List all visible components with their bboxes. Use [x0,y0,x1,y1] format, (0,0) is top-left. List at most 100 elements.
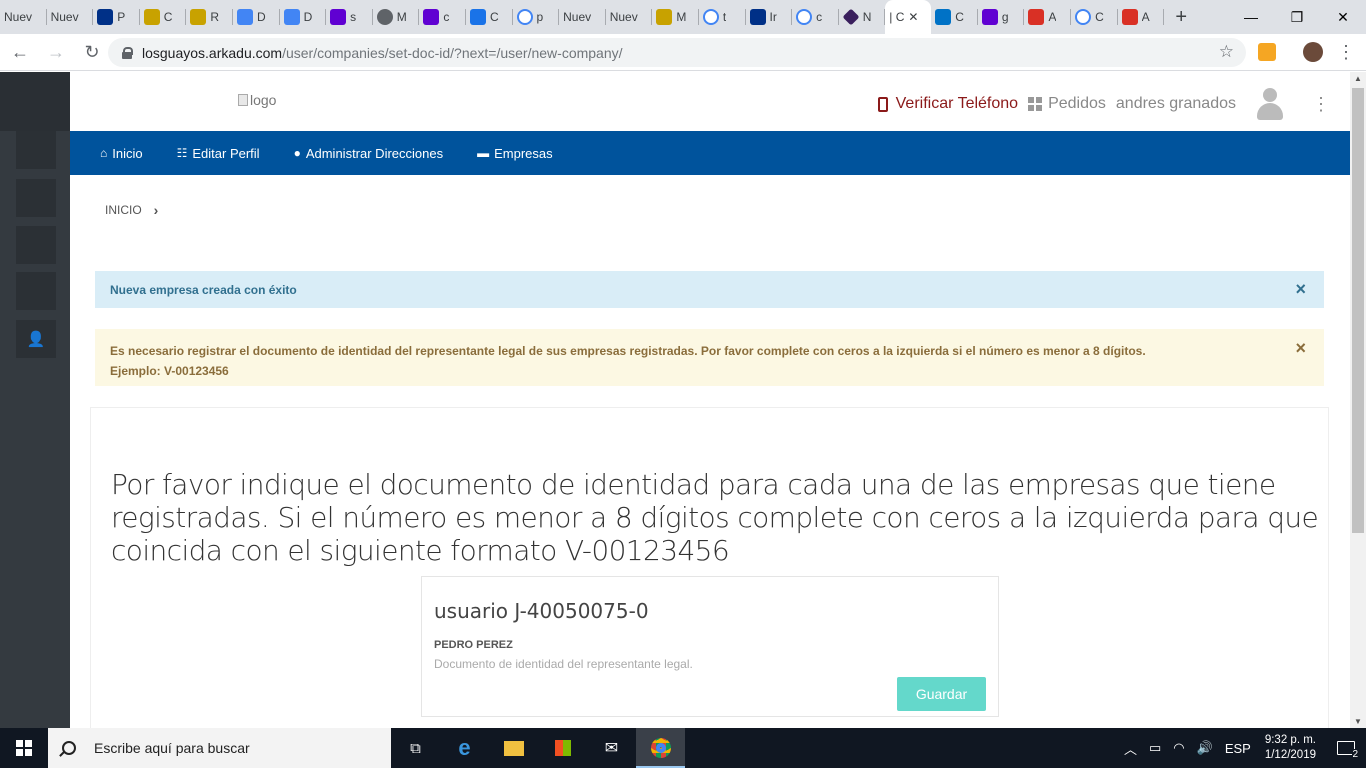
flag-favicon-icon [143,9,160,25]
breadcrumb-home[interactable]: INICIO [105,203,142,217]
close-tab-icon[interactable]: ✕ [908,10,918,24]
taskbar-search[interactable]: Escribe aquí para buscar [48,728,391,768]
browser-tab[interactable]: t [699,0,746,34]
browser-tab[interactable]: g [978,0,1025,34]
reload-button[interactable]: ↻ [76,36,108,68]
browser-tab[interactable]: Nuev [606,0,653,34]
nav-item-editar-perfil[interactable]: ☷ Editar Perfil [177,146,260,161]
sidebar-item-3[interactable] [16,226,56,264]
nav-item-inicio[interactable]: ⌂ Inicio [100,146,143,161]
browser-tab[interactable]: s [326,0,373,34]
orders-link[interactable]: Pedidos [1028,95,1106,113]
minimize-button[interactable]: — [1228,0,1274,34]
warning-alert-example: Ejemplo: V-00123456 [110,364,229,378]
close-warning-alert-button[interactable]: × [1295,338,1306,358]
volume-icon[interactable]: 🔊 [1197,740,1213,756]
yahoo-favicon-icon [423,9,440,25]
nav-item-direcciones[interactable]: ● Administrar Direcciones [294,146,444,161]
back-button[interactable]: ← [4,36,36,68]
address-bar[interactable]: losguayos.arkadu.com/user/companies/set-… [108,38,1246,67]
username[interactable]: andres granados [1116,95,1236,113]
wifi-icon[interactable]: ◠ [1173,740,1184,756]
scroll-up-arrow-icon[interactable]: ▲ [1354,74,1362,83]
battery-icon[interactable]: ▭ [1149,740,1161,756]
chrome-menu-icon[interactable]: ⋮ [1334,40,1358,64]
store-icon[interactable] [538,728,587,768]
map-marker-icon: ● [293,146,301,160]
browser-tab-active[interactable]: | C ✕ [885,0,932,34]
page-scrollbar[interactable]: ▲ ▼ [1350,72,1366,728]
tab-title: P [117,10,126,24]
sidebar-user-icon[interactable]: 👤 [16,320,56,358]
browser-tab[interactable]: C [140,0,187,34]
edge-icon[interactable]: e [440,728,489,768]
verify-phone-label: Verificar Teléfono [895,95,1019,112]
close-window-button[interactable]: ✕ [1320,0,1366,34]
tab-title: Nuev [609,10,638,24]
extension-icon[interactable] [1258,43,1276,61]
tab-title: c [443,10,450,24]
save-button[interactable]: Guardar [897,677,986,711]
more-options-icon[interactable]: ⋮ [1312,94,1330,115]
main-panel: Por favor indique el documento de identi… [90,407,1329,737]
site-logo[interactable]: logo [238,92,276,108]
chevron-up-icon[interactable]: ︿ [1124,739,1137,758]
browser-tab[interactable]: P [93,0,140,34]
gear-favicon-icon [469,9,486,25]
browser-tab[interactable]: M [373,0,420,34]
file-explorer-icon[interactable] [489,728,538,768]
sidebar-item-4[interactable] [16,272,56,310]
gmail-favicon-icon [1121,9,1138,25]
nav-item-label: Inicio [112,145,143,161]
tab-title: N [862,10,872,24]
browser-tab[interactable]: Nuev [559,0,606,34]
bookmark-star-icon[interactable]: ☆ [1219,42,1234,62]
instructions-heading: Por favor indique el documento de identi… [111,468,1319,567]
id-document-input[interactable] [434,657,874,671]
mail-icon[interactable]: ✉ [587,728,636,768]
briefcase-icon: ▬ [477,146,490,160]
browser-tab[interactable]: c [792,0,839,34]
browser-tab[interactable]: Nuev [47,0,94,34]
browser-tab[interactable]: D [233,0,280,34]
browser-tab[interactable]: R [186,0,233,34]
browser-tab[interactable]: A [1118,0,1165,34]
browser-tab[interactable]: C [466,0,513,34]
warning-alert-text: Es necesario registrar el documento de i… [110,344,1146,358]
sidebar-item-2[interactable] [16,179,56,217]
browser-tab[interactable]: D [280,0,327,34]
browser-tab[interactable]: c [419,0,466,34]
tab-title: s [350,10,357,24]
paypal-favicon-icon [97,9,114,25]
forward-button[interactable]: → [40,36,72,68]
browser-tab[interactable]: C [931,0,978,34]
browser-tab[interactable]: Nuev [0,0,47,34]
tab-title: C [163,10,173,24]
orders-label: Pedidos [1048,95,1106,112]
nav-item-empresas[interactable]: ▬ Empresas [477,146,553,161]
profile-avatar-icon[interactable] [1303,42,1323,62]
verify-phone-link[interactable]: Verificar Teléfono [877,95,1019,113]
sidebar-header [0,72,70,131]
browser-tab[interactable]: M [652,0,699,34]
clock[interactable]: 9:32 p. m. 1/12/2019 [1265,733,1316,763]
browser-tab[interactable]: N [839,0,886,34]
windows-logo-icon [16,740,32,756]
browser-tab[interactable]: p [513,0,560,34]
chrome-taskbar-icon[interactable] [636,728,685,768]
browser-tab[interactable]: Ir [746,0,793,34]
browser-tab[interactable]: A [1024,0,1071,34]
new-tab-button[interactable]: + [1164,0,1198,34]
window-controls: — ❐ ✕ [1228,0,1366,34]
scrollbar-thumb[interactable] [1352,88,1364,533]
sidebar-item-1[interactable] [16,131,56,169]
language-indicator[interactable]: ESP [1225,741,1251,756]
scroll-down-arrow-icon[interactable]: ▼ [1354,717,1362,726]
notification-center-icon[interactable]: 2 [1326,728,1366,768]
start-button[interactable] [0,728,48,768]
task-view-icon[interactable]: ⧉ [391,728,440,768]
user-avatar-icon[interactable] [1256,88,1284,120]
browser-tab[interactable]: C [1071,0,1118,34]
close-success-alert-button[interactable]: × [1295,279,1306,300]
maximize-button[interactable]: ❐ [1274,0,1320,34]
